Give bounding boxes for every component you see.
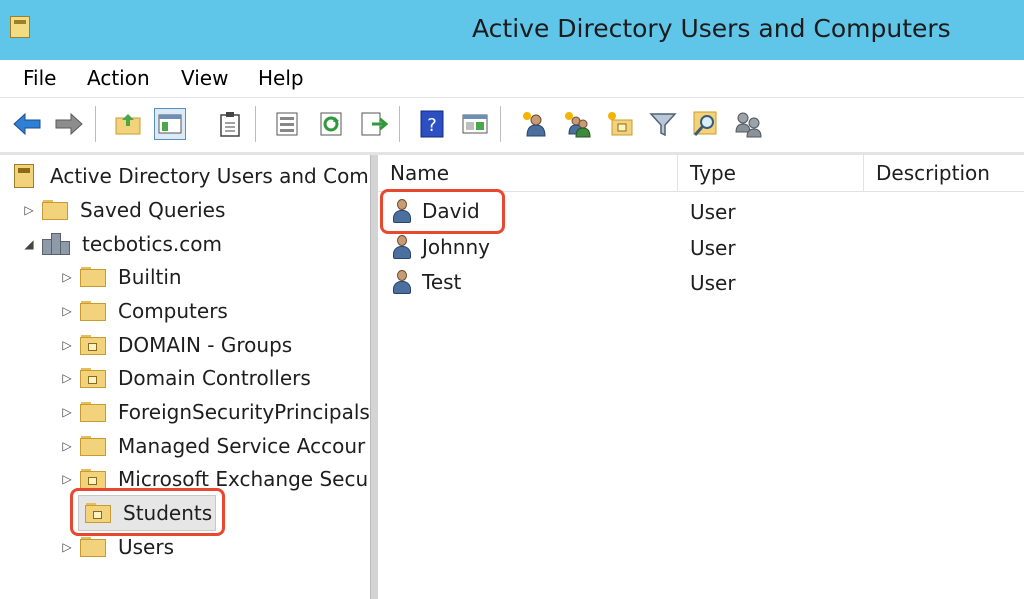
expand-arrow-icon[interactable]: ▷ xyxy=(60,304,74,318)
row-name: Test xyxy=(422,270,462,294)
properties-icon[interactable] xyxy=(271,108,303,140)
tree-item-label: tecbotics.com xyxy=(82,232,222,256)
domain-icon xyxy=(42,233,70,255)
export-list-icon[interactable] xyxy=(358,108,390,140)
row-name: Johnny xyxy=(422,235,490,259)
students-highlight-box xyxy=(70,488,225,536)
back-arrow-icon[interactable] xyxy=(11,108,43,140)
tree-item-builtin[interactable]: ▷ Builtin xyxy=(60,262,182,292)
tree-item-label: Managed Service Accour xyxy=(118,434,366,458)
expand-arrow-icon[interactable]: ▷ xyxy=(60,405,74,419)
tree-item-managed-service-accounts[interactable]: ▷ Managed Service Accour xyxy=(60,431,365,461)
tree-root[interactable]: Active Directory Users and Com xyxy=(0,161,369,191)
results-list: Name Type Description David User Johnny … xyxy=(378,155,1024,599)
david-highlight-box xyxy=(380,189,505,234)
folder-icon xyxy=(80,436,106,456)
ou-folder-icon xyxy=(80,368,106,388)
tree-item-domain-controllers[interactable]: ▷ Domain Controllers xyxy=(60,363,311,393)
expand-arrow-icon[interactable]: ▷ xyxy=(60,472,74,486)
tree-item-label: Users xyxy=(118,535,175,559)
tree-item-label: DOMAIN - Groups xyxy=(118,333,293,357)
ou-folder-icon xyxy=(80,335,106,355)
tree-item-label: Domain Controllers xyxy=(118,366,311,390)
tree-item-label: ForeignSecurityPrincipals xyxy=(118,400,370,424)
tree-item-saved-queries[interactable]: ▷ Saved Queries xyxy=(22,195,225,225)
folder-icon xyxy=(80,267,106,287)
pane-splitter[interactable] xyxy=(370,155,378,599)
column-header-type[interactable]: Type xyxy=(678,155,864,191)
row-type: User xyxy=(690,271,736,295)
expand-arrow-icon[interactable]: ▷ xyxy=(22,203,36,217)
expand-arrow-icon[interactable]: ▷ xyxy=(60,270,74,284)
menu-view[interactable]: View xyxy=(181,66,228,90)
tree-item-label: Saved Queries xyxy=(80,198,226,222)
expand-arrow-icon[interactable]: ▷ xyxy=(60,439,74,453)
ou-folder-icon xyxy=(80,469,106,489)
snapin-icon xyxy=(14,164,36,188)
folder-icon xyxy=(80,537,106,557)
tree-item-label: Builtin xyxy=(118,265,182,289)
folder-icon xyxy=(80,301,106,321)
console-tree-icon[interactable] xyxy=(459,108,491,140)
add-to-group-icon[interactable] xyxy=(733,108,765,140)
expand-arrow-icon[interactable]: ▷ xyxy=(60,338,74,352)
folder-icon xyxy=(42,200,68,220)
menu-bar: File Action View Help xyxy=(0,60,1024,98)
tree-item-domain[interactable]: ◢ tecbotics.com xyxy=(22,229,222,259)
column-header-name[interactable]: Name xyxy=(378,155,678,191)
row-type: User xyxy=(690,236,736,260)
folder-icon xyxy=(80,402,106,422)
table-row[interactable]: Test User xyxy=(378,266,1024,300)
tree-item-computers[interactable]: ▷ Computers xyxy=(60,296,228,326)
menu-help[interactable]: Help xyxy=(258,66,304,90)
tree-item-foreign-security-principals[interactable]: ▷ ForeignSecurityPrincipals xyxy=(60,397,370,427)
expand-arrow-icon[interactable]: ▷ xyxy=(60,371,74,385)
user-icon xyxy=(392,235,412,259)
new-group-icon[interactable] xyxy=(561,108,593,140)
window-title: Active Directory Users and Computers xyxy=(472,14,951,43)
column-header-description[interactable]: Description xyxy=(864,155,1024,191)
tree-item-label: Computers xyxy=(118,299,228,323)
filter-icon[interactable] xyxy=(647,108,679,140)
table-row[interactable]: Johnny User xyxy=(378,231,1024,265)
app-icon[interactable] xyxy=(10,16,30,38)
find-icon[interactable] xyxy=(690,108,722,140)
expand-arrow-icon[interactable]: ▷ xyxy=(60,540,74,554)
forward-arrow-icon[interactable] xyxy=(53,108,85,140)
column-headers: Name Type Description xyxy=(378,155,1024,192)
help-icon[interactable]: ? xyxy=(416,108,448,140)
toolbar: ? xyxy=(0,98,1024,152)
menu-file[interactable]: File xyxy=(23,66,56,90)
show-hide-tree-icon[interactable] xyxy=(154,108,186,140)
collapse-arrow-icon[interactable]: ◢ xyxy=(22,237,36,251)
console-tree: Active Directory Users and Com ▷ Saved Q… xyxy=(0,155,370,599)
title-bar: Active Directory Users and Computers xyxy=(0,0,1024,60)
user-icon xyxy=(392,270,412,294)
up-folder-icon[interactable] xyxy=(112,108,144,140)
tree-item-users[interactable]: ▷ Users xyxy=(60,532,174,562)
new-ou-icon[interactable] xyxy=(604,108,636,140)
tree-item-domain-groups[interactable]: ▷ DOMAIN - Groups xyxy=(60,330,292,360)
clipboard-icon[interactable] xyxy=(214,108,246,140)
row-type: User xyxy=(690,200,736,224)
refresh-icon[interactable] xyxy=(315,108,347,140)
svg-text:?: ? xyxy=(427,115,437,136)
tree-root-label: Active Directory Users and Com xyxy=(50,164,369,188)
new-user-icon[interactable] xyxy=(518,108,550,140)
menu-action[interactable]: Action xyxy=(87,66,150,90)
